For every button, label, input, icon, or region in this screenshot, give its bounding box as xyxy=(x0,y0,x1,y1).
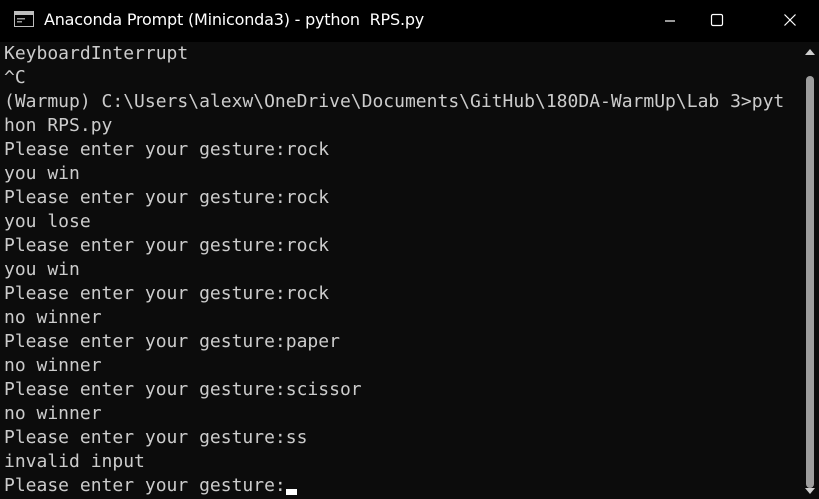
terminal-line: KeyboardInterrupt xyxy=(4,43,189,64)
terminal-output[interactable]: KeyboardInterrupt ^C (Warmup) C:\Users\a… xyxy=(0,42,800,499)
terminal-line: Please enter your gesture:ss xyxy=(4,427,308,448)
close-icon xyxy=(783,12,797,31)
prompt-text: Please enter your gesture: xyxy=(4,475,286,496)
terminal-line: Please enter your gesture:rock xyxy=(4,283,330,304)
text-cursor xyxy=(285,489,297,495)
terminal-line: Please enter your gesture:rock xyxy=(4,187,330,208)
terminal-line: no winner xyxy=(4,307,102,328)
terminal-line: you win xyxy=(4,163,80,184)
terminal-line: you lose xyxy=(4,211,91,232)
terminal-line: Please enter your gesture:scissor xyxy=(4,379,362,400)
terminal-line: Please enter your gesture:paper xyxy=(4,331,340,352)
terminal-input-line[interactable]: Please enter your gesture: xyxy=(0,474,800,498)
maximize-button[interactable] xyxy=(694,0,740,42)
terminal-line: hon RPS.py xyxy=(4,115,113,136)
terminal-line: you win xyxy=(4,259,80,280)
terminal-line: no winner xyxy=(4,355,102,376)
minimize-icon xyxy=(664,12,676,31)
console-window-icon xyxy=(14,11,34,27)
scroll-up-arrow-icon[interactable] xyxy=(805,49,815,55)
terminal-line: (Warmup) C:\Users\alexw\OneDrive\Documen… xyxy=(4,91,785,112)
window-title: Anaconda Prompt (Miniconda3) - python RP… xyxy=(44,10,425,29)
terminal-window: Anaconda Prompt (Miniconda3) - python RP… xyxy=(0,0,819,499)
terminal-line: Please enter your gesture:rock xyxy=(4,139,330,160)
scroll-down-arrow-icon[interactable] xyxy=(805,488,815,494)
minimize-button[interactable] xyxy=(647,0,693,42)
terminal-line: no winner xyxy=(4,403,102,424)
terminal-line: Please enter your gesture:rock xyxy=(4,235,330,256)
title-bar[interactable]: Anaconda Prompt (Miniconda3) - python RP… xyxy=(0,0,819,42)
vertical-scrollbar[interactable] xyxy=(802,42,819,499)
scroll-thumb[interactable] xyxy=(806,76,814,488)
maximize-icon xyxy=(710,12,724,31)
close-button[interactable] xyxy=(767,0,813,42)
terminal-line: invalid input xyxy=(4,451,145,472)
terminal-line: ^C xyxy=(4,67,26,88)
